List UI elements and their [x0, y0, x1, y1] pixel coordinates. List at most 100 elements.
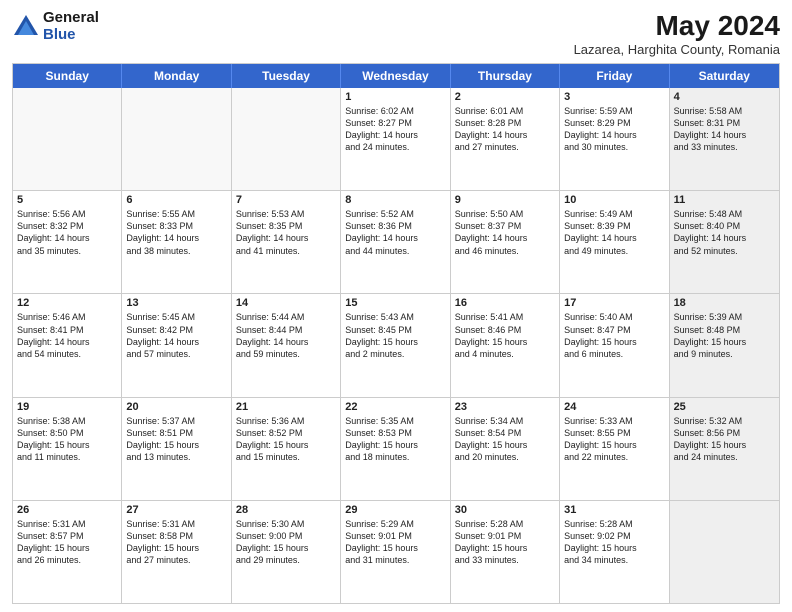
day-number: 25 [674, 401, 775, 413]
day-number: 13 [126, 297, 226, 309]
header-day-saturday: Saturday [670, 64, 779, 88]
day-info: Sunrise: 5:40 AMSunset: 8:47 PMDaylight:… [564, 311, 664, 360]
day-number: 30 [455, 504, 555, 516]
calendar-cell: 20 Sunrise: 5:37 AMSunset: 8:51 PMDayligh… [122, 398, 231, 500]
day-number: 1 [345, 91, 445, 103]
calendar-cell: 21 Sunrise: 5:36 AMSunset: 8:52 PMDayligh… [232, 398, 341, 500]
calendar-cell: 1 Sunrise: 6:02 AMSunset: 8:27 PMDaylight… [341, 88, 450, 190]
calendar-cell: 22 Sunrise: 5:35 AMSunset: 8:53 PMDayligh… [341, 398, 450, 500]
calendar-cell: 27 Sunrise: 5:31 AMSunset: 8:58 PMDayligh… [122, 501, 231, 603]
calendar-row-4: 26Sunrise: 5:31 AMSunset: 8:57 PMDayligh… [13, 500, 779, 603]
day-number: 31 [564, 504, 664, 516]
header-day-friday: Friday [560, 64, 669, 88]
day-info: Sunrise: 5:46 AMSunset: 8:41 PMDaylight:… [17, 311, 117, 360]
day-info: Sunrise: 5:36 AMSunset: 8:52 PMDaylight:… [236, 415, 336, 464]
day-info: Sunrise: 5:34 AMSunset: 8:54 PMDaylight:… [455, 415, 555, 464]
calendar-body: 1 Sunrise: 6:02 AMSunset: 8:27 PMDaylight… [13, 88, 779, 603]
logo-general: General [43, 10, 99, 27]
calendar-cell [670, 501, 779, 603]
day-info: Sunrise: 5:41 AMSunset: 8:46 PMDaylight:… [455, 311, 555, 360]
calendar-cell: 29 Sunrise: 5:29 AMSunset: 9:01 PMDayligh… [341, 501, 450, 603]
header-day-tuesday: Tuesday [232, 64, 341, 88]
calendar-cell [232, 88, 341, 190]
calendar-cell: 4Sunrise: 5:58 AMSunset: 8:31 PMDaylight… [670, 88, 779, 190]
day-info: Sunrise: 5:29 AMSunset: 9:01 PMDaylight:… [345, 518, 445, 567]
calendar-cell [122, 88, 231, 190]
day-number: 15 [345, 297, 445, 309]
day-info: Sunrise: 5:28 AMSunset: 9:01 PMDaylight:… [455, 518, 555, 567]
calendar-row-2: 12 Sunrise: 5:46 AMSunset: 8:41 PMDayligh… [13, 293, 779, 396]
calendar-cell: 30 Sunrise: 5:28 AMSunset: 9:01 PMDayligh… [451, 501, 560, 603]
day-number: 11 [674, 194, 775, 206]
day-number: 18 [674, 297, 775, 309]
calendar-cell: 15 Sunrise: 5:43 AMSunset: 8:45 PMDayligh… [341, 294, 450, 396]
calendar-cell: 31 Sunrise: 5:28 AMSunset: 9:02 PMDayligh… [560, 501, 669, 603]
header-day-wednesday: Wednesday [341, 64, 450, 88]
title-location: Lazarea, Harghita County, Romania [574, 42, 780, 57]
day-number: 26 [17, 504, 117, 516]
day-number: 20 [126, 401, 226, 413]
day-number: 22 [345, 401, 445, 413]
calendar-cell: 17 Sunrise: 5:40 AMSunset: 8:47 PMDayligh… [560, 294, 669, 396]
day-info: Sunrise: 5:35 AMSunset: 8:53 PMDaylight:… [345, 415, 445, 464]
calendar-cell: 18 Sunrise: 5:39 AMSunset: 8:48 PMDayligh… [670, 294, 779, 396]
calendar-header: SundayMondayTuesdayWednesdayThursdayFrid… [13, 64, 779, 88]
calendar: SundayMondayTuesdayWednesdayThursdayFrid… [12, 63, 780, 604]
calendar-cell: 13 Sunrise: 5:45 AMSunset: 8:42 PMDayligh… [122, 294, 231, 396]
page: General Blue May 2024 Lazarea, Harghita … [0, 0, 792, 612]
title-month: May 2024 [574, 10, 780, 42]
day-number: 9 [455, 194, 555, 206]
day-info: Sunrise: 5:30 AMSunset: 9:00 PMDaylight:… [236, 518, 336, 567]
calendar-row-0: 1 Sunrise: 6:02 AMSunset: 8:27 PMDaylight… [13, 88, 779, 190]
day-number: 10 [564, 194, 664, 206]
day-info: Sunrise: 5:28 AMSunset: 9:02 PMDaylight:… [564, 518, 664, 567]
day-info: Sunrise: 5:48 AMSunset: 8:40 PMDaylight:… [674, 208, 775, 257]
header-day-monday: Monday [122, 64, 231, 88]
day-info: Sunrise: 5:38 AMSunset: 8:50 PMDaylight:… [17, 415, 117, 464]
calendar-cell: 11 Sunrise: 5:48 AMSunset: 8:40 PMDayligh… [670, 191, 779, 293]
calendar-row-1: 5Sunrise: 5:56 AMSunset: 8:32 PMDaylight… [13, 190, 779, 293]
day-info: Sunrise: 6:02 AMSunset: 8:27 PMDaylight:… [345, 105, 445, 154]
day-info: Sunrise: 5:33 AMSunset: 8:55 PMDaylight:… [564, 415, 664, 464]
day-info: Sunrise: 5:59 AMSunset: 8:29 PMDaylight:… [564, 105, 664, 154]
calendar-cell: 26Sunrise: 5:31 AMSunset: 8:57 PMDayligh… [13, 501, 122, 603]
calendar-cell: 5Sunrise: 5:56 AMSunset: 8:32 PMDaylight… [13, 191, 122, 293]
day-info: Sunrise: 5:32 AMSunset: 8:56 PMDaylight:… [674, 415, 775, 464]
day-number: 7 [236, 194, 336, 206]
day-number: 12 [17, 297, 117, 309]
day-number: 17 [564, 297, 664, 309]
calendar-cell: 10 Sunrise: 5:49 AMSunset: 8:39 PMDayligh… [560, 191, 669, 293]
day-info: Sunrise: 5:44 AMSunset: 8:44 PMDaylight:… [236, 311, 336, 360]
day-info: Sunrise: 5:50 AMSunset: 8:37 PMDaylight:… [455, 208, 555, 257]
day-number: 16 [455, 297, 555, 309]
day-number: 8 [345, 194, 445, 206]
day-number: 14 [236, 297, 336, 309]
title-block: May 2024 Lazarea, Harghita County, Roman… [574, 10, 780, 57]
day-number: 19 [17, 401, 117, 413]
day-number: 28 [236, 504, 336, 516]
day-info: Sunrise: 5:55 AMSunset: 8:33 PMDaylight:… [126, 208, 226, 257]
calendar-cell: 19 Sunrise: 5:38 AMSunset: 8:50 PMDayligh… [13, 398, 122, 500]
day-info: Sunrise: 5:49 AMSunset: 8:39 PMDaylight:… [564, 208, 664, 257]
calendar-cell: 9 Sunrise: 5:50 AMSunset: 8:37 PMDaylight… [451, 191, 560, 293]
calendar-row-3: 19 Sunrise: 5:38 AMSunset: 8:50 PMDayligh… [13, 397, 779, 500]
day-info: Sunrise: 5:31 AMSunset: 8:58 PMDaylight:… [126, 518, 226, 567]
day-info: Sunrise: 5:45 AMSunset: 8:42 PMDaylight:… [126, 311, 226, 360]
day-number: 21 [236, 401, 336, 413]
day-number: 24 [564, 401, 664, 413]
day-info: Sunrise: 5:39 AMSunset: 8:48 PMDaylight:… [674, 311, 775, 360]
day-number: 27 [126, 504, 226, 516]
day-number: 2 [455, 91, 555, 103]
day-info: Sunrise: 5:37 AMSunset: 8:51 PMDaylight:… [126, 415, 226, 464]
calendar-cell: 25 Sunrise: 5:32 AMSunset: 8:56 PMDayligh… [670, 398, 779, 500]
day-info: Sunrise: 5:56 AMSunset: 8:32 PMDaylight:… [17, 208, 117, 257]
calendar-cell [13, 88, 122, 190]
day-number: 3 [564, 91, 664, 103]
day-number: 23 [455, 401, 555, 413]
logo-text: General Blue [43, 10, 99, 43]
calendar-cell: 3 Sunrise: 5:59 AMSunset: 8:29 PMDaylight… [560, 88, 669, 190]
calendar-cell: 24 Sunrise: 5:33 AMSunset: 8:55 PMDayligh… [560, 398, 669, 500]
day-number: 29 [345, 504, 445, 516]
day-info: Sunrise: 5:43 AMSunset: 8:45 PMDaylight:… [345, 311, 445, 360]
day-info: Sunrise: 6:01 AMSunset: 8:28 PMDaylight:… [455, 105, 555, 154]
